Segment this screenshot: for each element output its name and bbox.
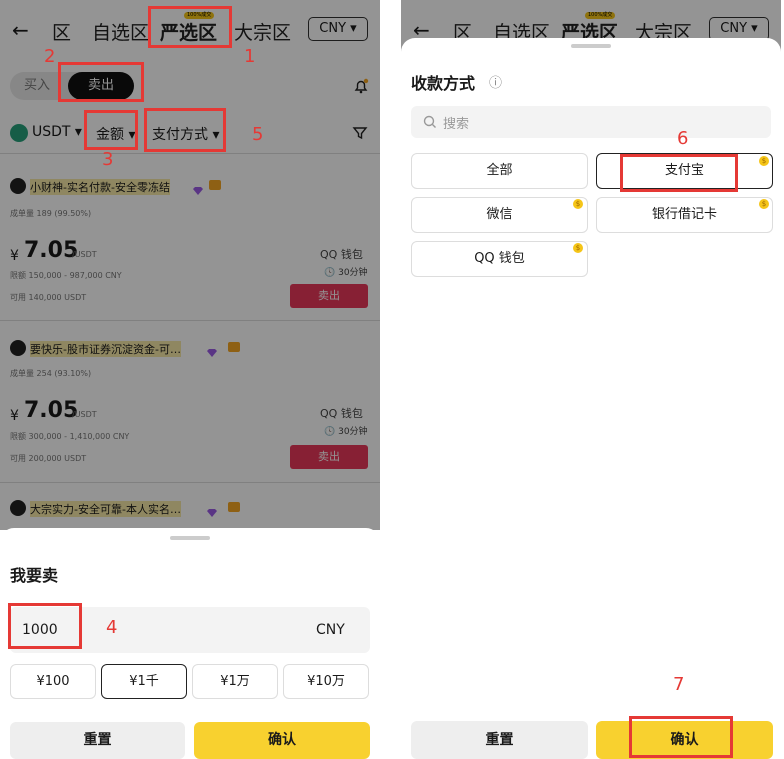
filter-funnel-icon[interactable]: [352, 125, 368, 141]
annotation-label-4: 4: [106, 617, 118, 638]
amount-currency: CNY: [316, 622, 345, 638]
reset-button[interactable]: 重置: [411, 721, 588, 759]
diamond-badge-icon: [206, 503, 218, 517]
hot-badge: 100%成交: [184, 12, 215, 19]
currency-symbol: ¥: [10, 408, 19, 424]
payment-method: QQ 钱包: [320, 248, 363, 261]
ad-divider: [0, 482, 380, 483]
tab-strict-select[interactable]: 严选区: [160, 18, 217, 45]
preset-100k[interactable]: ¥10万: [283, 664, 369, 699]
sell-amount-sheet: 我要卖 1000 CNY ¥100 ¥1千 ¥1万 ¥10万 重置 确认: [0, 528, 380, 759]
option-wechat[interactable]: 微信: [411, 197, 588, 233]
shield-badge-icon: [228, 342, 240, 352]
annotation-label-6: 6: [677, 128, 689, 149]
merchant-name[interactable]: 要快乐-股市证券沉淀资金-可…: [30, 341, 181, 357]
clock-icon: 🕓: [324, 427, 336, 437]
back-arrow-icon[interactable]: ←: [12, 18, 29, 42]
option-alipay[interactable]: 支付宝: [596, 153, 773, 189]
pay-time-value: 30分钟: [338, 268, 368, 278]
price-unit: /USDT: [72, 250, 97, 259]
right-screen: ← 区 自选区 严选区 100%成交 大宗区 CNY ▾ 收款方式 ⓘ 搜索 全…: [401, 0, 781, 759]
sheet-handle[interactable]: [170, 536, 210, 540]
merchant-avatar: [10, 500, 26, 516]
annotation-label-3: 3: [102, 149, 114, 170]
preset-10k[interactable]: ¥1万: [192, 664, 278, 699]
diamond-badge-icon: [206, 343, 218, 357]
annotation-label-1: 1: [244, 46, 256, 67]
tab-self-select[interactable]: 自选区: [92, 18, 149, 45]
pay-time-value: 30分钟: [338, 427, 368, 437]
available-amount: 可用 140,000 USDT: [10, 293, 87, 302]
search-input[interactable]: 搜索: [443, 113, 469, 132]
currency-symbol: ¥: [10, 248, 19, 264]
sell-toggle[interactable]: 卖出: [68, 72, 134, 100]
limit-range: 限额 150,000 - 987,000 CNY: [10, 271, 122, 280]
price: 7.05: [24, 398, 79, 423]
tab-partial[interactable]: 区: [52, 18, 71, 45]
usdt-coin-icon: [10, 124, 28, 142]
annotation-label-5: 5: [252, 124, 264, 145]
sell-button[interactable]: 卖出: [290, 284, 368, 308]
annotation-label-2: 2: [44, 46, 56, 67]
coin-badge-icon: $: [573, 243, 583, 253]
annotation-label-7: 7: [673, 674, 685, 695]
merchant-avatar: [10, 340, 26, 356]
coin-badge-icon: $: [759, 156, 769, 166]
pay-time: 🕓 30分钟: [324, 265, 368, 278]
available-amount: 可用 200,000 USDT: [10, 454, 87, 463]
tab-bulk[interactable]: 大宗区: [234, 18, 291, 45]
ad-divider: [0, 320, 380, 321]
option-bank-card[interactable]: 银行借记卡: [596, 197, 773, 233]
limit-range: 限额 300,000 - 1,410,000 CNY: [10, 432, 130, 441]
preset-1k[interactable]: ¥1千: [101, 664, 187, 699]
sheet-handle[interactable]: [571, 44, 611, 48]
price-unit: /USDT: [72, 410, 97, 419]
coin-filter[interactable]: USDT ▾: [32, 124, 82, 140]
payment-method-sheet: 收款方式 ⓘ 搜索 全部 支付宝 $ 微信 $ 银行借记卡 $ QQ 钱包 $ …: [401, 38, 781, 759]
ad-list-divider: [0, 153, 380, 154]
left-screen: ← 区 自选区 严选区 100%成交 大宗区 CNY ▾ 买入 卖出 USDT …: [0, 0, 380, 759]
price: 7.05: [24, 238, 79, 263]
merchant-name[interactable]: 大宗实力-安全可靠-本人实名…: [30, 501, 181, 517]
amount-input-value[interactable]: 1000: [22, 622, 58, 638]
pay-time: 🕓 30分钟: [324, 424, 368, 437]
merchant-name[interactable]: 小财神-实名付款-安全零冻结: [30, 179, 170, 195]
diamond-badge-icon: [192, 181, 204, 195]
sheet-title: 收款方式: [411, 74, 476, 93]
coin-badge-icon: $: [573, 199, 583, 209]
payment-method: QQ 钱包: [320, 407, 363, 420]
merchant-avatar: [10, 178, 26, 194]
option-qq-wallet[interactable]: QQ 钱包: [411, 241, 588, 277]
sheet-title: 我要卖: [10, 566, 59, 585]
sell-button[interactable]: 卖出: [290, 445, 368, 469]
confirm-button[interactable]: 确认: [194, 722, 370, 759]
shield-badge-icon: [228, 502, 240, 512]
order-stats: 成单量 189 (99.50%): [10, 209, 92, 218]
coin-badge-icon: $: [759, 199, 769, 209]
info-icon[interactable]: ⓘ: [489, 72, 502, 91]
reset-button[interactable]: 重置: [10, 722, 185, 759]
currency-select[interactable]: CNY ▾: [308, 17, 368, 41]
clock-icon: 🕓: [324, 268, 336, 278]
shield-badge-icon: [209, 180, 221, 190]
order-stats: 成单量 254 (93.10%): [10, 369, 92, 378]
preset-100[interactable]: ¥100: [10, 664, 96, 699]
payment-filter[interactable]: 支付方式 ▾: [152, 124, 219, 144]
confirm-button[interactable]: 确认: [596, 721, 773, 759]
option-all[interactable]: 全部: [411, 153, 588, 189]
search-icon: [423, 114, 437, 128]
amount-filter[interactable]: 金额 ▾: [96, 124, 135, 144]
notification-bell-icon[interactable]: [353, 78, 369, 94]
